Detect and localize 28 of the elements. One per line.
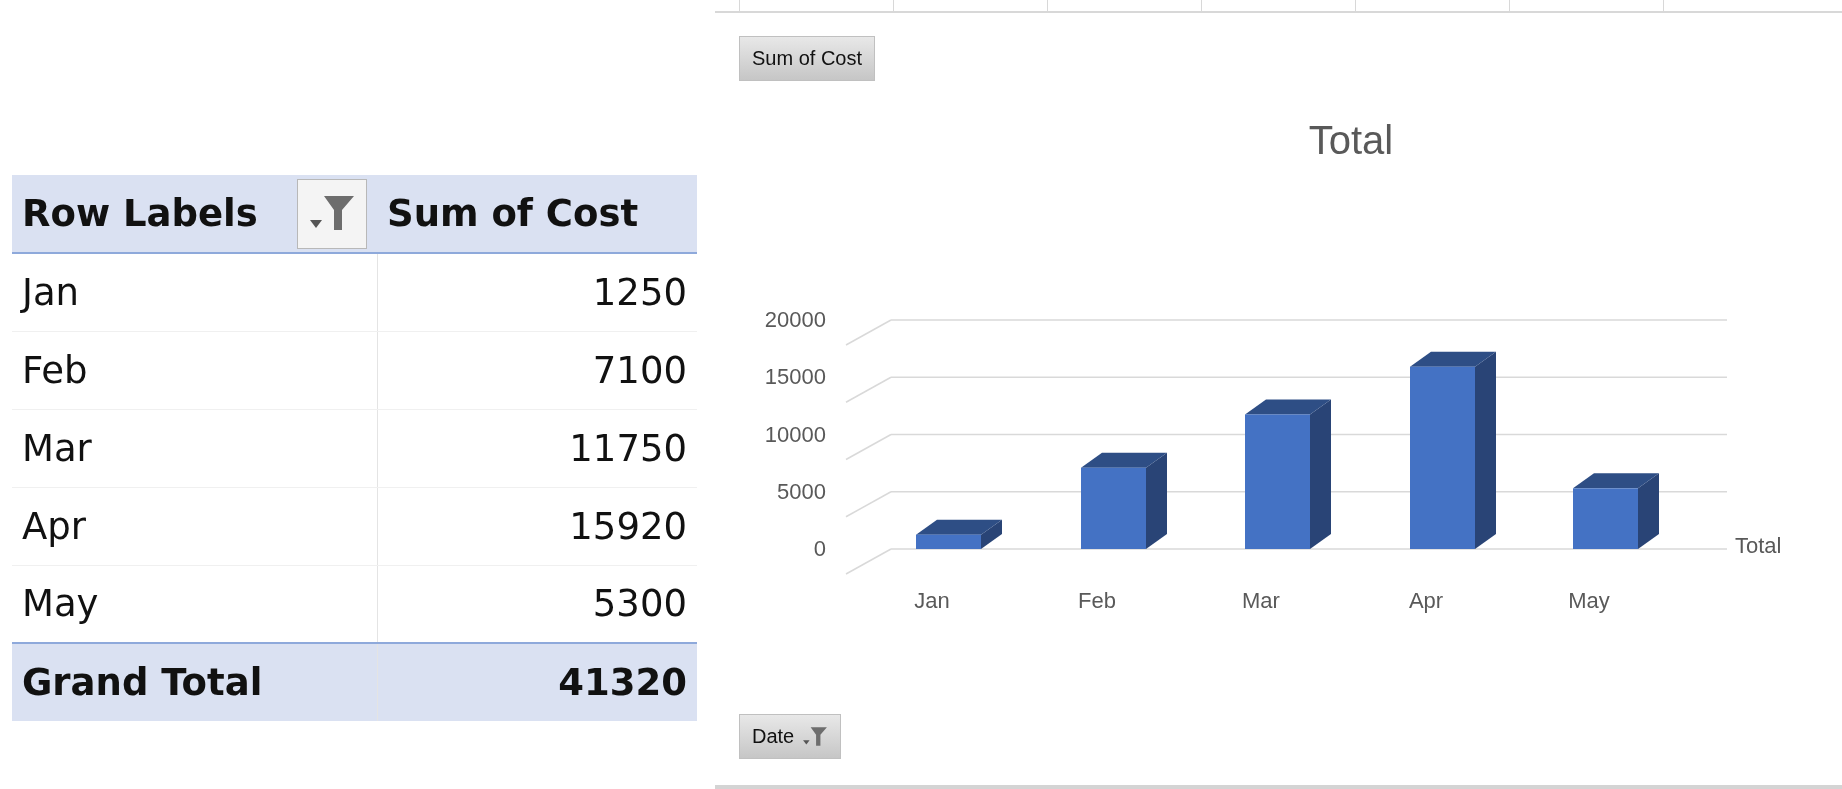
row-label: Jan [12,253,377,331]
row-label: Apr [12,487,377,565]
axis-label: 0 [813,536,826,561]
depth-axis-label: Total [1735,533,1782,558]
axis-label: 10000 [764,421,826,447]
row-label: Mar [12,409,377,487]
table-cell: 1250 [377,253,697,331]
table-cell: 15920 [377,487,697,565]
axis-label: 5000 [777,478,826,504]
chart-title: Total [1308,118,1394,162]
table-cell: 11750 [377,409,697,487]
field-button[interactable]: Sum of Cost [739,36,876,81]
axis-label: Mar [1242,588,1280,613]
axis-label: Jan [914,588,950,613]
axis-label: Feb [1078,588,1116,613]
axis-label: 15000 [764,364,826,390]
table-cell: 7100 [377,331,697,409]
grand-total-label: Grand Total [12,643,377,721]
row-label: Feb [12,331,377,409]
filter-button[interactable] [297,178,367,249]
axis-label: Apr [1408,588,1444,613]
field-button[interactable]: Date [739,714,842,759]
column-header: Sum of Cost [387,192,639,235]
column-header: Row Labels [22,192,258,235]
axis-label: 20000 [764,307,826,332]
axis-label: May [1568,588,1610,613]
bar [1573,488,1638,549]
grand-total-value: 41320 [377,643,697,721]
